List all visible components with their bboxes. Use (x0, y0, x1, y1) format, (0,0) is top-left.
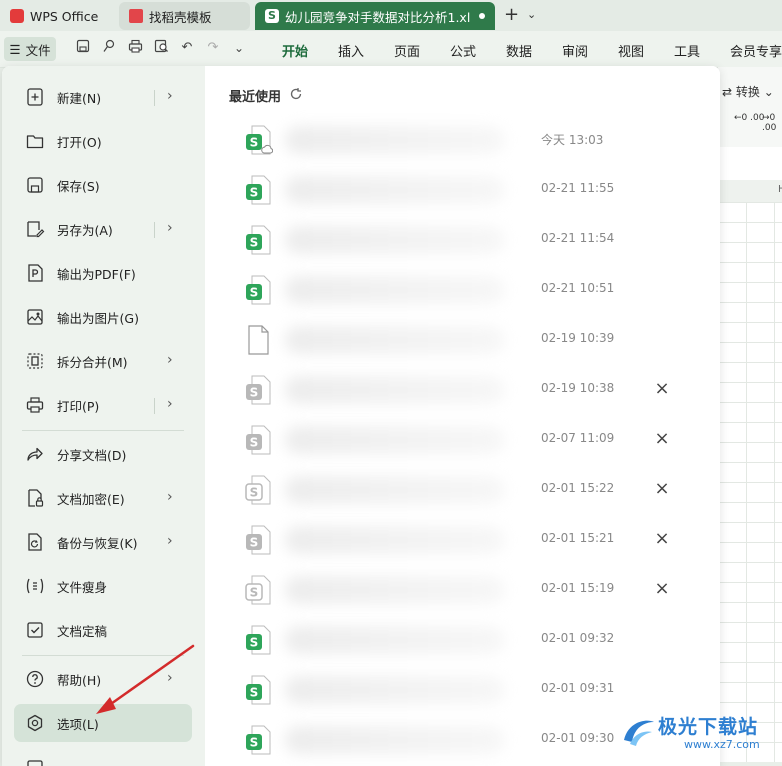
aurora-logo-icon (624, 720, 654, 746)
annotation-arrow (96, 644, 195, 714)
watermark-brand: 极光下载站 (658, 716, 759, 738)
watermark: 极光下载站 www.xz7.com (618, 706, 780, 758)
watermark-url: www.xz7.com (684, 738, 760, 751)
